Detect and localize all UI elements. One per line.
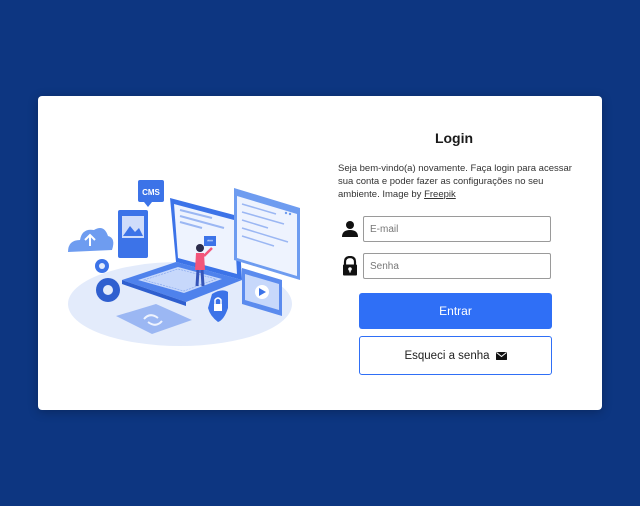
svg-text:***: *** [207,240,213,246]
submit-button[interactable]: Entrar [359,293,552,329]
email-row [337,216,551,242]
email-input[interactable] [363,216,551,242]
forgot-password-label: Esqueci a senha [404,349,490,362]
user-icon [342,221,358,237]
cloud-icon [68,228,114,252]
image-card [118,210,148,258]
freepik-link[interactable]: Freepik [424,189,456,200]
forgot-password-button[interactable]: Esqueci a senha [359,336,552,375]
login-form: Login Seja bem-vindo(a) novamente. Faça … [337,96,587,410]
login-title: Login [434,130,474,146]
login-illustration: CMS *** [68,180,300,346]
cms-badge: CMS [138,180,164,207]
login-card: CMS *** Login Seja bem-vindo(a) novament… [38,96,602,410]
password-input[interactable] [363,253,551,279]
envelope-icon [495,351,507,360]
submit-label: Entrar [439,304,472,318]
password-row [337,253,551,279]
lock-icon [343,256,357,276]
intro-text: Seja bem-vindo(a) novamente. Faça login … [338,162,574,201]
cms-badge-label: CMS [142,188,160,197]
code-window [234,188,300,280]
